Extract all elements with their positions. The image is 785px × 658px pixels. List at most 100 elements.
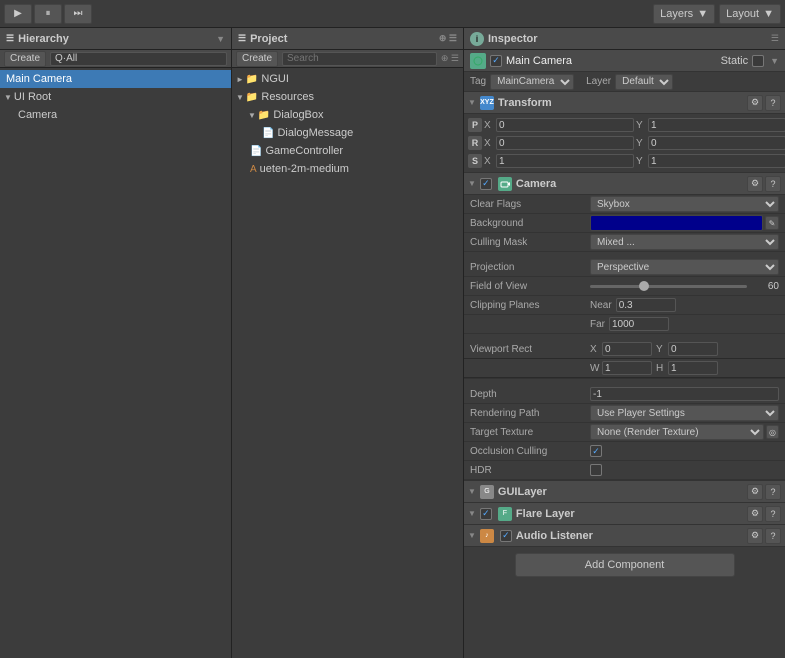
rotation-row: R X 0 Y 0 Z 0 xyxy=(464,134,785,152)
layers-layout-group: Layers ▼ Layout ▼ xyxy=(653,4,781,24)
position-label[interactable]: P xyxy=(468,118,482,132)
hierarchy-collapse-icon[interactable]: ▼ xyxy=(216,34,225,44)
object-row: Main Camera Static ▼ xyxy=(464,50,785,72)
project-search-options[interactable]: ⊕ ☰ xyxy=(441,53,459,64)
audiolistener-enabled-checkbox[interactable] xyxy=(500,530,512,542)
flarelayer-help-btn[interactable]: ? xyxy=(765,506,781,522)
vp-h-input[interactable]: 1 xyxy=(668,361,718,375)
flarelayer-enabled-checkbox[interactable] xyxy=(480,508,492,520)
audiolistener-help-btn[interactable]: ? xyxy=(765,528,781,544)
guilayer-component-header[interactable]: ▼ G GUILayer ⚙ ? xyxy=(464,481,785,503)
camera-settings-btn[interactable]: ⚙ xyxy=(747,176,763,192)
project-panel: ☰ Project ⊕ ☰ Create ⊕ ☰ 📁 NGUI 📁 Resour… xyxy=(232,28,464,658)
vp-w-input[interactable]: 1 xyxy=(602,361,652,375)
project-item-dialogbox[interactable]: 📁 DialogBox xyxy=(232,106,463,124)
viewport-rect-section: Viewport Rect X 0 Y 0 xyxy=(464,340,785,379)
layer-select[interactable]: Default xyxy=(615,74,673,90)
clear-flags-select[interactable]: Skybox xyxy=(590,196,779,212)
flarelayer-component-header[interactable]: ▼ F Flare Layer ⚙ ? xyxy=(464,503,785,525)
hierarchy-item-camera[interactable]: Camera xyxy=(0,106,231,124)
scale-x-input[interactable]: 1 xyxy=(496,154,634,168)
static-checkbox[interactable] xyxy=(752,55,764,67)
layers-dropdown[interactable]: Layers ▼ xyxy=(653,4,715,24)
project-icons[interactable]: ⊕ ☰ xyxy=(439,33,457,44)
pause-button[interactable]: ⏸ xyxy=(34,4,62,24)
occlusion-culling-row: Occlusion Culling xyxy=(464,442,785,461)
guilayer-help-btn[interactable]: ? xyxy=(765,484,781,500)
fov-slider[interactable] xyxy=(590,285,747,288)
inspector-info-icon: i xyxy=(470,32,484,46)
rot-y-input[interactable]: 0 xyxy=(648,136,785,150)
hierarchy-item-main-camera[interactable]: Main Camera xyxy=(0,70,231,88)
tag-label: Tag xyxy=(470,76,486,87)
vp-y-axis: Y xyxy=(656,344,666,355)
transform-settings-btn[interactable]: ⚙ xyxy=(747,95,763,111)
occlusion-culling-checkbox[interactable] xyxy=(590,445,602,457)
project-search-input[interactable] xyxy=(282,52,437,66)
guilayer-settings-btn[interactable]: ⚙ xyxy=(747,484,763,500)
hierarchy-item-ui-root[interactable]: UI Root xyxy=(0,88,231,106)
scale-label[interactable]: S xyxy=(468,154,482,168)
rotation-label[interactable]: R xyxy=(468,136,482,150)
object-name: Main Camera xyxy=(506,55,717,67)
rendering-path-select[interactable]: Use Player Settings xyxy=(590,405,779,421)
transform-help-btn[interactable]: ? xyxy=(765,95,781,111)
transform-component-header[interactable]: ▼ XYZ Transform ⚙ ? xyxy=(464,92,785,114)
camera-icon xyxy=(498,177,512,191)
project-menu-icon[interactable]: ☰ xyxy=(238,33,246,44)
project-item-dialogmessage[interactable]: 📄 DialogMessage xyxy=(232,124,463,142)
audiolistener-settings-btn[interactable]: ⚙ xyxy=(747,528,763,544)
projection-row: Projection Perspective xyxy=(464,258,785,277)
static-dropdown-icon[interactable]: ▼ xyxy=(770,56,779,66)
add-component-button[interactable]: Add Component xyxy=(515,553,735,577)
project-header: ☰ Project ⊕ ☰ xyxy=(232,28,463,50)
vp-w-axis: W xyxy=(590,363,600,374)
background-color-swatch[interactable] xyxy=(590,215,763,231)
project-item-arrow xyxy=(236,93,244,102)
project-item-gamecontroller[interactable]: 📄 GameController xyxy=(232,142,463,160)
object-enabled-checkbox[interactable] xyxy=(490,55,502,67)
camera-help-btn[interactable]: ? xyxy=(765,176,781,192)
hdr-checkbox[interactable] xyxy=(590,464,602,476)
project-title: Project xyxy=(250,33,287,45)
project-item-ueten[interactable]: A ueten-2m-medium xyxy=(232,160,463,178)
background-color-edit[interactable]: ✎ xyxy=(765,216,779,230)
camera-enabled-checkbox[interactable] xyxy=(480,178,492,190)
projection-select[interactable]: Perspective xyxy=(590,259,779,275)
audiolistener-component-header[interactable]: ▼ ♪ Audio Listener ⚙ ? xyxy=(464,525,785,547)
step-button[interactable]: ⏭ xyxy=(64,4,92,24)
pos-x-input[interactable]: 0 xyxy=(496,118,634,132)
vp-x-axis: X xyxy=(590,344,600,355)
tag-select[interactable]: MainCamera xyxy=(490,74,574,90)
flarelayer-settings-btn[interactable]: ⚙ xyxy=(747,506,763,522)
project-item-resources[interactable]: 📁 Resources xyxy=(232,88,463,106)
rot-x-input[interactable]: 0 xyxy=(496,136,634,150)
hierarchy-create-button[interactable]: Create xyxy=(4,51,46,67)
depth-input[interactable]: -1 xyxy=(590,387,779,401)
clipping-planes-label: Clipping Planes xyxy=(470,300,590,311)
project-create-button[interactable]: Create xyxy=(236,51,278,67)
near-input[interactable]: 0.3 xyxy=(616,298,676,312)
transform-icon: XYZ xyxy=(480,96,494,110)
pos-y-input[interactable]: 1 xyxy=(648,118,785,132)
project-item-ngui[interactable]: 📁 NGUI xyxy=(232,70,463,88)
culling-mask-label: Culling Mask xyxy=(470,237,590,248)
clipping-planes-far-row: Far 1000 xyxy=(464,315,785,334)
camera-component-header[interactable]: ▼ Camera ⚙ ? xyxy=(464,173,785,195)
vp-y-input[interactable]: 0 xyxy=(668,342,718,356)
inspector-collapse-icon[interactable]: ☰ xyxy=(771,33,779,44)
target-texture-select[interactable]: None (Render Texture) xyxy=(590,424,764,440)
target-texture-edit[interactable]: ◎ xyxy=(766,425,779,439)
clipping-planes-near-row: Clipping Planes Near 0.3 xyxy=(464,296,785,315)
culling-mask-select[interactable]: Mixed ... xyxy=(590,234,779,250)
transform-collapse-arrow: ▼ xyxy=(468,98,476,107)
hierarchy-search-input[interactable] xyxy=(50,52,227,66)
scale-y-input[interactable]: 1 xyxy=(648,154,785,168)
play-button[interactable]: ▶ xyxy=(4,4,32,24)
vp-x-input[interactable]: 0 xyxy=(602,342,652,356)
far-input[interactable]: 1000 xyxy=(609,317,669,331)
hierarchy-menu-icon[interactable]: ☰ xyxy=(6,33,14,44)
camera-title: Camera xyxy=(516,178,743,190)
layout-dropdown[interactable]: Layout ▼ xyxy=(719,4,781,24)
target-texture-row: Target Texture None (Render Texture) ◎ xyxy=(464,423,785,442)
